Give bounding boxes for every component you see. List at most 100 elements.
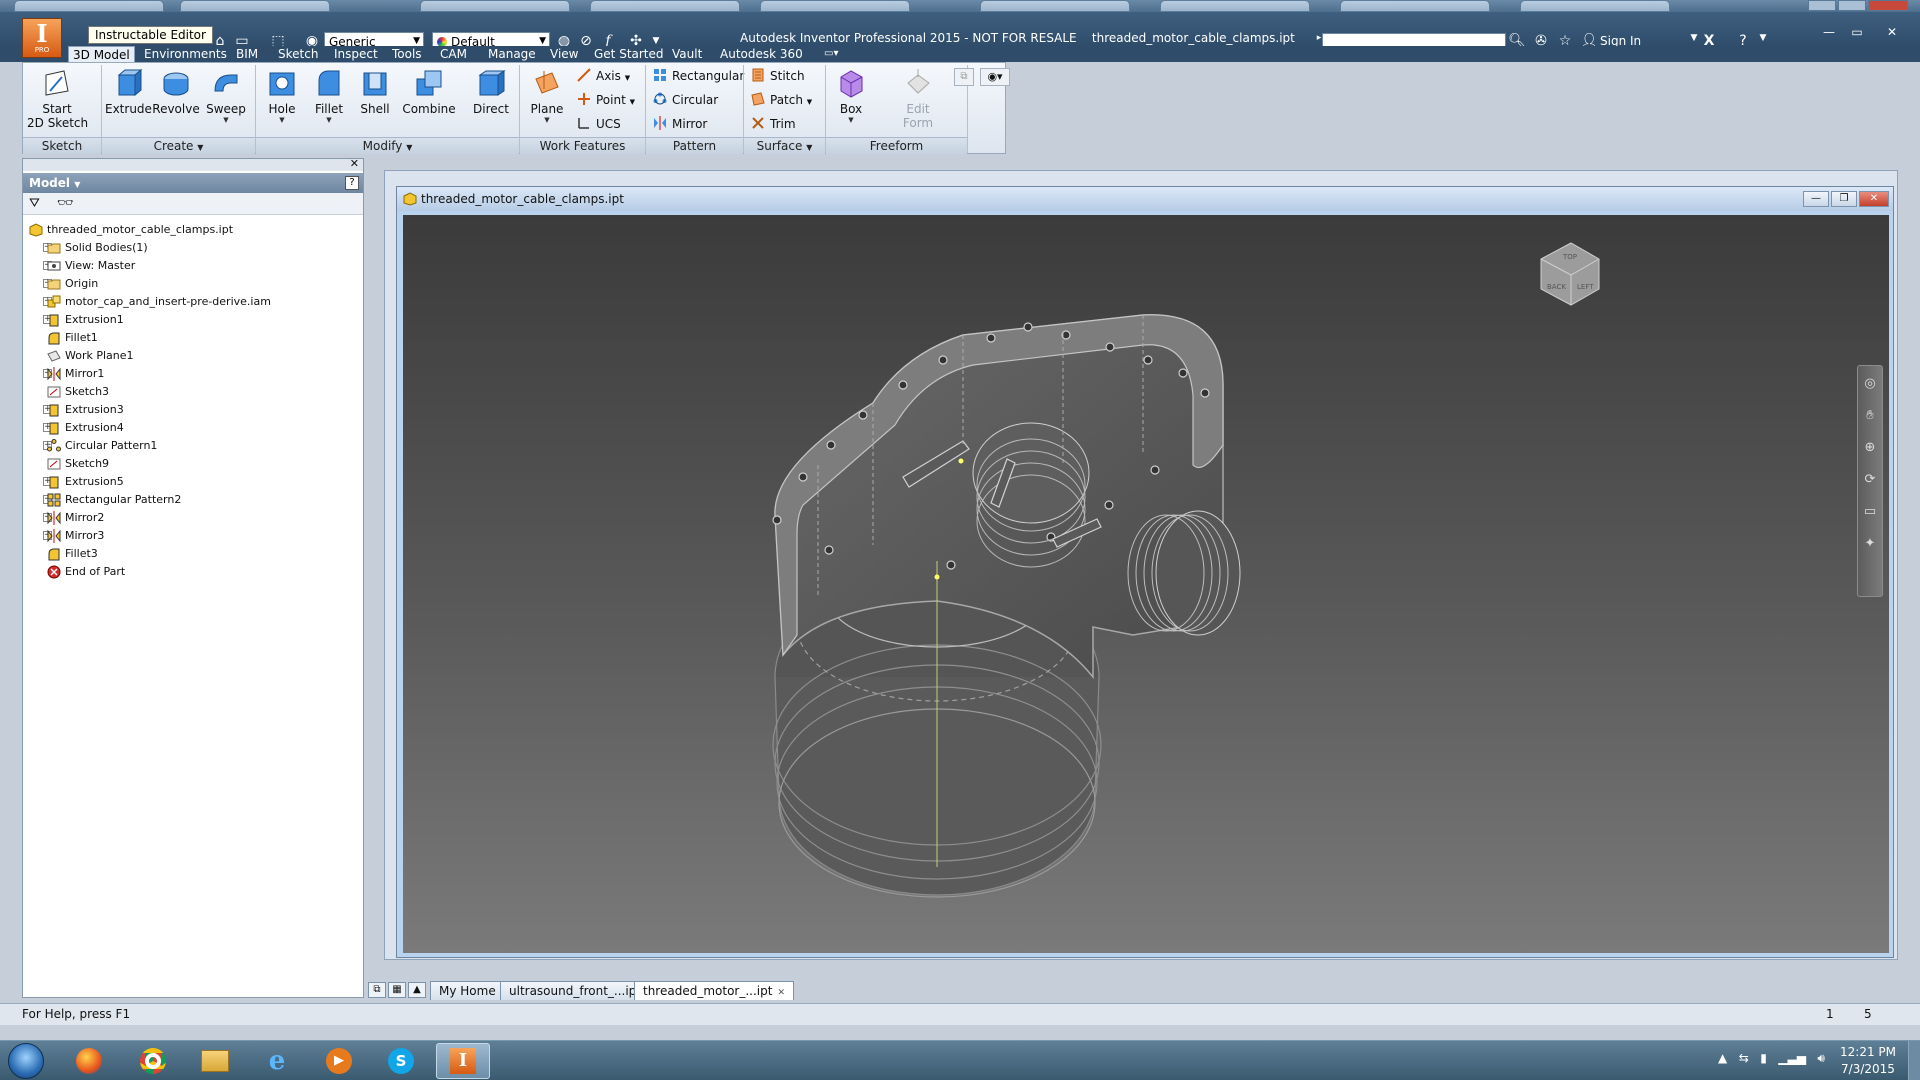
filter-icon[interactable]: ⛛ bbox=[29, 196, 40, 211]
tab-get-started[interactable]: Get Started bbox=[590, 46, 668, 62]
tree-node[interactable]: threaded_motor_cable_clamps.ipt bbox=[27, 221, 357, 239]
taskbar-firefox[interactable] bbox=[62, 1043, 116, 1079]
steering-wheel-icon[interactable]: ◎ bbox=[1858, 376, 1882, 398]
find-binoculars-icon[interactable]: 👓︎ bbox=[57, 196, 74, 211]
tree-node[interactable]: End of Part bbox=[27, 563, 357, 581]
browser-help-icon[interactable]: ? bbox=[345, 176, 359, 190]
tab-manage[interactable]: Manage bbox=[484, 46, 540, 62]
browser-tab[interactable] bbox=[1160, 0, 1310, 12]
tray-battery-icon[interactable]: ▮ bbox=[1760, 1051, 1767, 1065]
taskbar-chrome[interactable] bbox=[126, 1043, 180, 1079]
doc-minimize-button[interactable]: — bbox=[1803, 191, 1829, 207]
tab-vault[interactable]: Vault bbox=[668, 46, 706, 62]
browser-tab[interactable] bbox=[180, 0, 330, 12]
taskbar-media-player[interactable]: ▶ bbox=[312, 1043, 366, 1079]
plane-button[interactable]: Plane ▼ bbox=[525, 67, 569, 124]
browser-tab[interactable] bbox=[590, 0, 740, 12]
taskbar-inventor[interactable]: I bbox=[436, 1043, 490, 1079]
direct-button[interactable]: Direct bbox=[471, 67, 511, 116]
browser-tab[interactable] bbox=[980, 0, 1130, 12]
browser-minimize-button[interactable] bbox=[1808, 0, 1836, 11]
doc-tab-my-home[interactable]: My Home bbox=[430, 981, 505, 1000]
browser-grip[interactable]: ✕ bbox=[23, 157, 363, 171]
tab-list-icon[interactable]: ▲ bbox=[408, 982, 426, 998]
browser-tab[interactable] bbox=[420, 0, 570, 12]
mirror-button[interactable]: Mirror bbox=[653, 115, 707, 133]
browser-tab[interactable] bbox=[1520, 0, 1670, 12]
look-at-icon[interactable]: ▭ bbox=[1858, 504, 1882, 526]
tile-windows-icon[interactable]: ⧉ bbox=[368, 982, 386, 998]
patch-button[interactable]: Patch ▼ bbox=[751, 91, 812, 109]
tree-node[interactable]: +Mirror1 bbox=[27, 365, 357, 383]
taskbar-clock[interactable]: 12:21 PM 7/3/2015 bbox=[1838, 1044, 1898, 1078]
orbit-icon[interactable]: ⟳ bbox=[1858, 472, 1882, 494]
tray-network-sync-icon[interactable]: ⇆ bbox=[1739, 1051, 1749, 1065]
application-menu-button[interactable]: I PRO bbox=[22, 18, 62, 58]
tree-node[interactable]: Work Plane1 bbox=[27, 347, 357, 365]
ribbon-dropdown-icon[interactable]: ◉▾ bbox=[980, 68, 1010, 86]
tree-node[interactable]: Fillet3 bbox=[27, 545, 357, 563]
panel-label-freeform[interactable]: Freeform bbox=[826, 137, 967, 154]
panel-label-surface[interactable]: Surface ▼ bbox=[744, 137, 825, 154]
tab-cam[interactable]: CAM bbox=[436, 46, 471, 62]
tree-node[interactable]: + Circular Pattern1 bbox=[27, 437, 357, 455]
document-title-bar[interactable]: threaded_motor_cable_clamps.ipt — ❐ ✕ bbox=[397, 187, 1893, 211]
minimize-button[interactable]: — bbox=[1818, 26, 1840, 40]
tray-expand-icon[interactable]: ▲ bbox=[1718, 1051, 1727, 1065]
cascade-windows-icon[interactable]: ▦ bbox=[388, 982, 406, 998]
help-chevron-icon[interactable]: ▼ bbox=[1754, 33, 1772, 43]
browser-tab[interactable] bbox=[1340, 0, 1490, 12]
start-2d-sketch-button[interactable]: Start 2D Sketch bbox=[27, 67, 88, 130]
trim-button[interactable]: Trim bbox=[751, 115, 796, 133]
ucs-button[interactable]: UCS bbox=[577, 115, 621, 133]
fillet-button[interactable]: Fillet ▼ bbox=[307, 67, 351, 124]
extrude-button[interactable]: Extrude bbox=[105, 67, 152, 116]
tree-node[interactable]: +Solid Bodies(1) bbox=[27, 239, 357, 257]
tab-inspect[interactable]: Inspect bbox=[330, 46, 382, 62]
ribbon-extra-tool-icon[interactable]: ⧉ bbox=[954, 68, 974, 86]
tree-node[interactable]: +Mirror3 bbox=[27, 527, 357, 545]
sweep-button[interactable]: Sweep ▼ bbox=[203, 67, 249, 124]
circular-pattern-button[interactable]: Circular bbox=[653, 91, 718, 109]
point-button[interactable]: Point ▼ bbox=[577, 91, 635, 109]
edit-form-button[interactable]: Edit Form bbox=[893, 67, 943, 130]
tree-node[interactable]: Fillet1 bbox=[27, 329, 357, 347]
combine-button[interactable]: Combine bbox=[399, 67, 459, 116]
taskbar-explorer[interactable] bbox=[188, 1043, 242, 1079]
panel-label-sketch[interactable]: Sketch bbox=[23, 137, 101, 154]
tree-node[interactable]: + Extrusion4 bbox=[27, 419, 357, 437]
pan-icon[interactable]: ✋︎ bbox=[1858, 408, 1882, 430]
browser-close-icon[interactable]: ✕ bbox=[350, 157, 359, 170]
tab-sketch[interactable]: Sketch bbox=[274, 46, 322, 62]
taskbar-internet-explorer[interactable]: e bbox=[250, 1043, 304, 1079]
tree-node[interactable]: Sketch3 bbox=[27, 383, 357, 401]
viewcube[interactable]: TOP BACK LEFT bbox=[1540, 242, 1600, 306]
tree-node[interactable]: + Extrusion3 bbox=[27, 401, 357, 419]
maximize-button[interactable]: ▭ bbox=[1846, 26, 1868, 40]
taskbar-skype[interactable]: S bbox=[374, 1043, 428, 1079]
show-desktop-button[interactable] bbox=[1908, 1041, 1920, 1080]
hole-button[interactable]: Hole ▼ bbox=[259, 67, 305, 124]
browser-tab[interactable] bbox=[14, 0, 164, 12]
tree-node[interactable]: +motor_cap_and_insert-pre-derive.iam bbox=[27, 293, 357, 311]
zoom-icon[interactable]: ⊕ bbox=[1858, 440, 1882, 462]
browser-tab[interactable] bbox=[760, 0, 910, 12]
tree-node[interactable]: Sketch9 bbox=[27, 455, 357, 473]
doc-tab-ultrasound-front[interactable]: ultrasound_front_...ipt bbox=[500, 981, 650, 1000]
tree-node[interactable]: + Extrusion5 bbox=[27, 473, 357, 491]
start-button[interactable] bbox=[8, 1043, 44, 1079]
tray-volume-icon[interactable]: 🔊︎ bbox=[1817, 1051, 1825, 1065]
tree-node[interactable]: + Extrusion1 bbox=[27, 311, 357, 329]
freeform-box-button[interactable]: Box ▼ bbox=[829, 67, 873, 124]
tab-bim[interactable]: BIM bbox=[232, 46, 262, 62]
panel-label-create[interactable]: Create ▼ bbox=[102, 137, 255, 154]
tree-node[interactable]: +Mirror2 bbox=[27, 509, 357, 527]
browser-header[interactable]: Model ▼ ? bbox=[23, 173, 363, 193]
tray-signal-icon[interactable]: ▁▃▅ bbox=[1778, 1051, 1806, 1065]
ribbon-options-icon[interactable]: ▭▾ bbox=[820, 46, 842, 62]
stitch-button[interactable]: Stitch bbox=[751, 67, 805, 85]
close-button[interactable]: ✕ bbox=[1876, 26, 1908, 40]
doc-restore-button[interactable]: ❐ bbox=[1831, 191, 1857, 207]
tree-node[interactable]: +View: Master bbox=[27, 257, 357, 275]
shell-button[interactable]: Shell bbox=[353, 67, 397, 116]
